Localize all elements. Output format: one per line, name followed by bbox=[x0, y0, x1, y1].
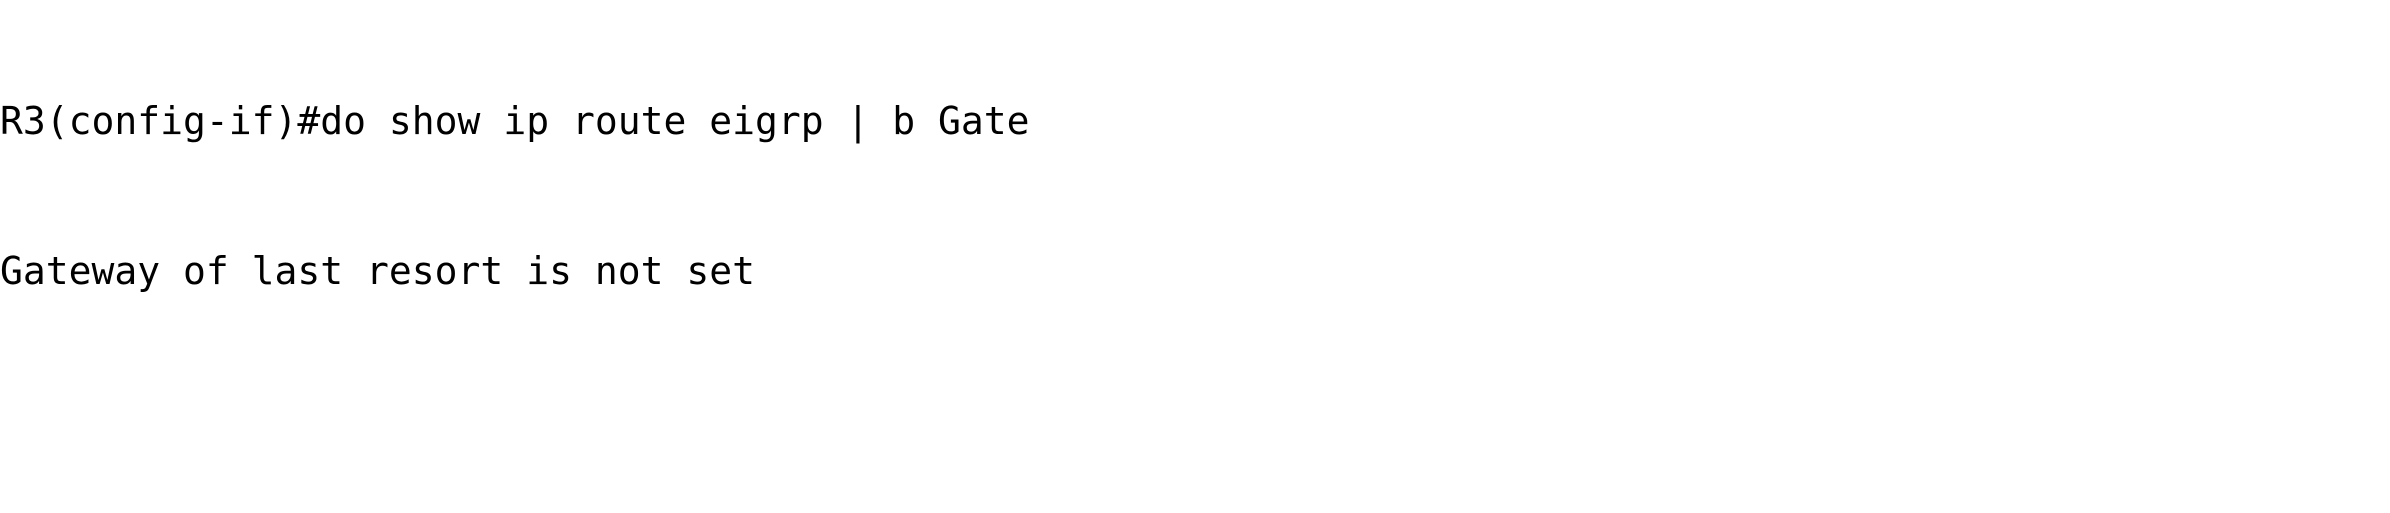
terminal-line-gateway: Gateway of last resort is not set bbox=[0, 249, 755, 293]
terminal-output: R3(config-if)#do show ip route eigrp | b… bbox=[0, 0, 1693, 513]
terminal-line-command: R3(config-if)#do show ip route eigrp | b… bbox=[0, 99, 1030, 143]
terminal-window[interactable]: R3(config-if)#do show ip route eigrp | b… bbox=[0, 0, 2390, 513]
